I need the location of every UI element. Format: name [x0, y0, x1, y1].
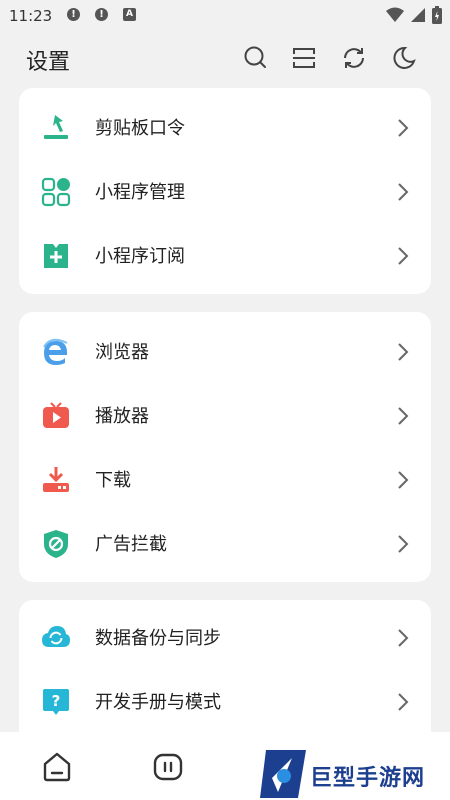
row-player[interactable]: 播放器 [19, 384, 431, 448]
svg-text:?: ? [52, 692, 61, 710]
row-label: 广告拦截 [95, 534, 167, 555]
alert-icon: ! [95, 8, 108, 21]
cloud-sync-icon [42, 626, 70, 647]
signal-icon [411, 8, 425, 22]
settings-card-1: 剪贴板口令 小程序管理 小程序订阅 [19, 88, 431, 294]
page-title: 设置 [26, 50, 71, 75]
row-backup-sync[interactable]: 数据备份与同步 [19, 606, 431, 670]
battery-icon [432, 6, 442, 24]
chevron-right-icon [398, 407, 409, 425]
chevron-right-icon [398, 629, 409, 647]
row-miniprogram-manage[interactable]: 小程序管理 [19, 160, 431, 224]
row-dev-manual[interactable]: ? 开发手册与模式 [19, 670, 431, 734]
row-label: 开发手册与模式 [95, 692, 221, 713]
grid-apps-icon [41, 177, 71, 207]
settings-card-3: 数据备份与同步 ? 开发手册与模式 [19, 600, 431, 750]
clipboard-download-icon [44, 115, 68, 139]
help-bubble-icon: ? [43, 689, 69, 715]
row-browser[interactable]: 浏览器 [19, 320, 431, 384]
row-download[interactable]: 下载 [19, 448, 431, 512]
row-label: 小程序管理 [95, 182, 185, 203]
search-icon[interactable] [242, 44, 270, 72]
chevron-right-icon [398, 693, 409, 711]
bookmark-plus-icon [44, 244, 68, 268]
scan-icon[interactable] [290, 44, 318, 72]
home-icon[interactable] [40, 750, 74, 784]
settings-card-2: 浏览器 播放器 下载 广告拦截 [19, 312, 431, 582]
row-label: 数据备份与同步 [95, 628, 221, 649]
shield-block-icon [44, 530, 68, 558]
row-label: 下载 [95, 470, 131, 491]
chevron-right-icon [398, 343, 409, 361]
pause-icon[interactable] [151, 750, 185, 784]
download-icon [43, 467, 69, 492]
row-label: 播放器 [95, 406, 149, 427]
browser-e-icon [43, 338, 68, 365]
chevron-right-icon [398, 119, 409, 137]
row-label: 小程序订阅 [95, 246, 185, 267]
notification-a-icon: A [123, 8, 136, 21]
row-miniprogram-subscribe[interactable]: 小程序订阅 [19, 224, 431, 288]
refresh-icon[interactable] [340, 44, 368, 72]
wifi-icon [386, 7, 404, 22]
row-ad-block[interactable]: 广告拦截 [19, 512, 431, 576]
status-time: 11:23 [9, 7, 53, 25]
night-mode-icon[interactable] [390, 44, 418, 72]
chevron-right-icon [398, 471, 409, 489]
alert-icon: ! [67, 8, 80, 21]
chevron-right-icon [398, 535, 409, 553]
status-bar: 11:23 ! ! A [0, 0, 450, 32]
header: 设置 [0, 36, 450, 82]
watermark-text: 巨型手游网 [310, 766, 426, 791]
row-clipboard-command[interactable]: 剪贴板口令 [19, 96, 431, 160]
watermark-logo: 巨型手游网 [258, 748, 450, 800]
chevron-right-icon [398, 183, 409, 201]
row-label: 浏览器 [95, 342, 149, 363]
chevron-right-icon [398, 247, 409, 265]
watermark-logo-icon [260, 750, 306, 798]
row-label: 剪贴板口令 [95, 118, 185, 139]
tv-play-icon [43, 402, 69, 428]
